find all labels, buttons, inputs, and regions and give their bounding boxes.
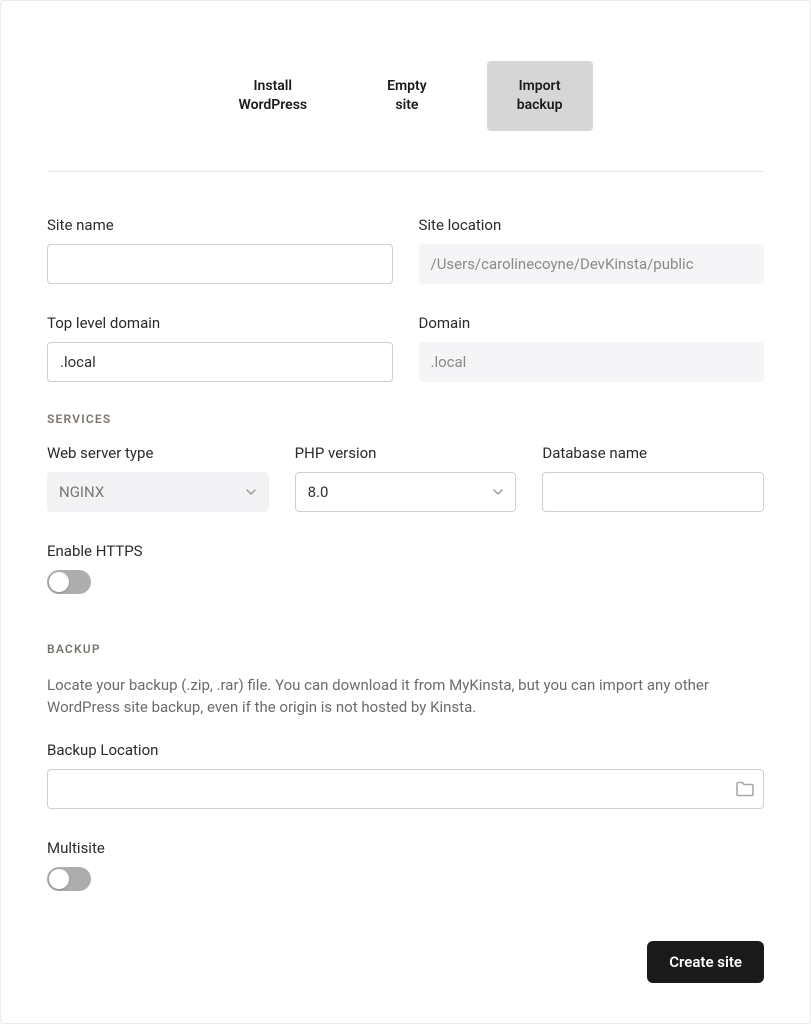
site-name-label: Site name [47, 216, 393, 234]
domain-field: .local [419, 342, 765, 382]
tab-install-wordpress[interactable]: Install WordPress [219, 67, 328, 125]
divider [47, 171, 764, 172]
tld-input[interactable] [47, 342, 393, 382]
web-server-value: NGINX [59, 483, 104, 501]
tab-label: Install WordPress [239, 78, 308, 113]
backup-help-text: Locate your backup (.zip, .rar) file. Yo… [47, 674, 764, 719]
tab-label: Empty site [387, 78, 427, 113]
php-version-value: 8.0 [308, 483, 329, 501]
toggle-knob [49, 572, 69, 592]
services-heading: SERVICES [47, 412, 764, 426]
php-version-select[interactable]: 8.0 [295, 472, 517, 512]
multisite-toggle[interactable] [47, 867, 91, 891]
enable-https-label: Enable HTTPS [47, 542, 764, 560]
web-server-select: NGINX [47, 472, 269, 512]
backup-heading: BACKUP [47, 642, 764, 656]
php-version-label: PHP version [295, 444, 517, 462]
tld-label: Top level domain [47, 314, 393, 332]
toggle-knob [49, 869, 69, 889]
create-site-panel: Install WordPress Empty site Import back… [0, 0, 811, 1024]
database-name-label: Database name [542, 444, 764, 462]
site-name-input[interactable] [47, 244, 393, 284]
domain-value: .local [431, 353, 467, 371]
folder-icon[interactable] [736, 781, 754, 797]
backup-location-label: Backup Location [47, 741, 764, 759]
backup-location-input[interactable] [47, 769, 764, 809]
tabs: Install WordPress Empty site Import back… [47, 61, 764, 131]
web-server-label: Web server type [47, 444, 269, 462]
site-location-field: /Users/carolinecoyne/DevKinsta/public [419, 244, 765, 284]
footer: Create site [47, 941, 764, 983]
multisite-label: Multisite [47, 839, 764, 857]
site-location-label: Site location [419, 216, 765, 234]
tab-label: Import backup [517, 78, 563, 113]
enable-https-toggle[interactable] [47, 570, 91, 594]
domain-label: Domain [419, 314, 765, 332]
database-name-input[interactable] [542, 472, 764, 512]
create-site-button[interactable]: Create site [647, 941, 764, 983]
tab-import-backup[interactable]: Import backup [487, 61, 593, 131]
site-location-value: /Users/carolinecoyne/DevKinsta/public [431, 255, 694, 273]
tab-empty-site[interactable]: Empty site [367, 67, 447, 125]
